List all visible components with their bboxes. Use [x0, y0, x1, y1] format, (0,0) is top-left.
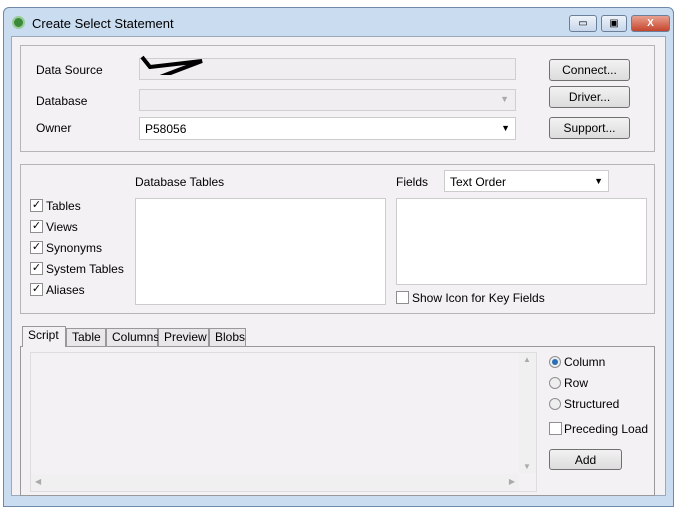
fields-label: Fields — [396, 175, 429, 189]
fields-list[interactable] — [396, 198, 647, 285]
field-order-value: Text Order — [450, 175, 507, 189]
filter-label: Tables — [46, 199, 81, 213]
column-radio[interactable] — [549, 356, 561, 368]
vertical-scrollbar[interactable]: ▲ ▼ — [519, 353, 536, 473]
owner-label: Owner — [36, 121, 72, 135]
owner-value: P58056 — [145, 122, 187, 136]
close-button[interactable]: X — [631, 15, 670, 32]
redaction-scribble — [140, 55, 203, 75]
support-button[interactable]: Support... — [549, 117, 630, 139]
filter-checkbox[interactable]: ✓ — [30, 283, 43, 296]
preceding-load-checkbox[interactable] — [549, 422, 562, 435]
filter-checkbox[interactable]: ✓ — [30, 241, 43, 254]
maximize-button[interactable]: ▣ — [601, 15, 627, 32]
row-label: Row — [564, 376, 589, 390]
row-radio[interactable] — [549, 377, 561, 389]
filter-label: System Tables — [46, 262, 124, 276]
script-textarea[interactable]: ▲ ▼ ◀ ▶ — [30, 352, 537, 492]
owner-select[interactable]: P58056 ▼ — [139, 117, 516, 140]
preceding-load-label: Preceding Load — [564, 422, 649, 436]
filter-label: Synonyms — [46, 241, 103, 255]
add-button[interactable]: Add — [549, 449, 622, 470]
data-source-field — [139, 55, 516, 80]
chevron-down-icon: ▼ — [500, 94, 509, 104]
filter-label: Aliases — [46, 283, 85, 297]
field-order-select[interactable]: Text Order ▼ — [444, 170, 609, 192]
tab-preview[interactable]: Preview — [158, 328, 209, 346]
tab-columns[interactable]: Columns — [106, 328, 159, 346]
database-select[interactable]: ▼ — [139, 89, 516, 111]
connect-button[interactable]: Connect... — [549, 59, 630, 81]
tab-script[interactable]: Script — [22, 326, 66, 347]
qlikview-icon — [12, 16, 25, 29]
filter-label: Views — [46, 220, 78, 234]
driver-button[interactable]: Driver... — [549, 86, 630, 108]
database-tables-label: Database Tables — [135, 175, 225, 189]
structured-radio[interactable] — [549, 398, 561, 410]
tab-blobs[interactable]: Blobs — [209, 328, 246, 346]
filter-checkbox[interactable]: ✓ — [30, 220, 43, 233]
tab-table[interactable]: Table — [66, 328, 106, 346]
show-key-icon-checkbox[interactable] — [396, 291, 409, 304]
chevron-down-icon: ▼ — [594, 176, 603, 186]
column-label: Column — [564, 355, 606, 369]
filter-checkbox[interactable]: ✓ — [30, 199, 43, 212]
minimize-button[interactable]: ▭ — [569, 15, 597, 32]
horizontal-scrollbar[interactable]: ◀ ▶ — [31, 474, 519, 491]
window-title: Create Select Statement — [32, 16, 174, 31]
database-tables-list[interactable] — [135, 198, 386, 305]
data-source-label: Data Source — [36, 63, 103, 77]
chevron-down-icon: ▼ — [501, 123, 510, 133]
database-label: Database — [36, 94, 88, 108]
filter-checkbox[interactable]: ✓ — [30, 262, 43, 275]
show-key-icon-label: Show Icon for Key Fields — [412, 291, 545, 305]
structured-label: Structured — [564, 397, 620, 411]
